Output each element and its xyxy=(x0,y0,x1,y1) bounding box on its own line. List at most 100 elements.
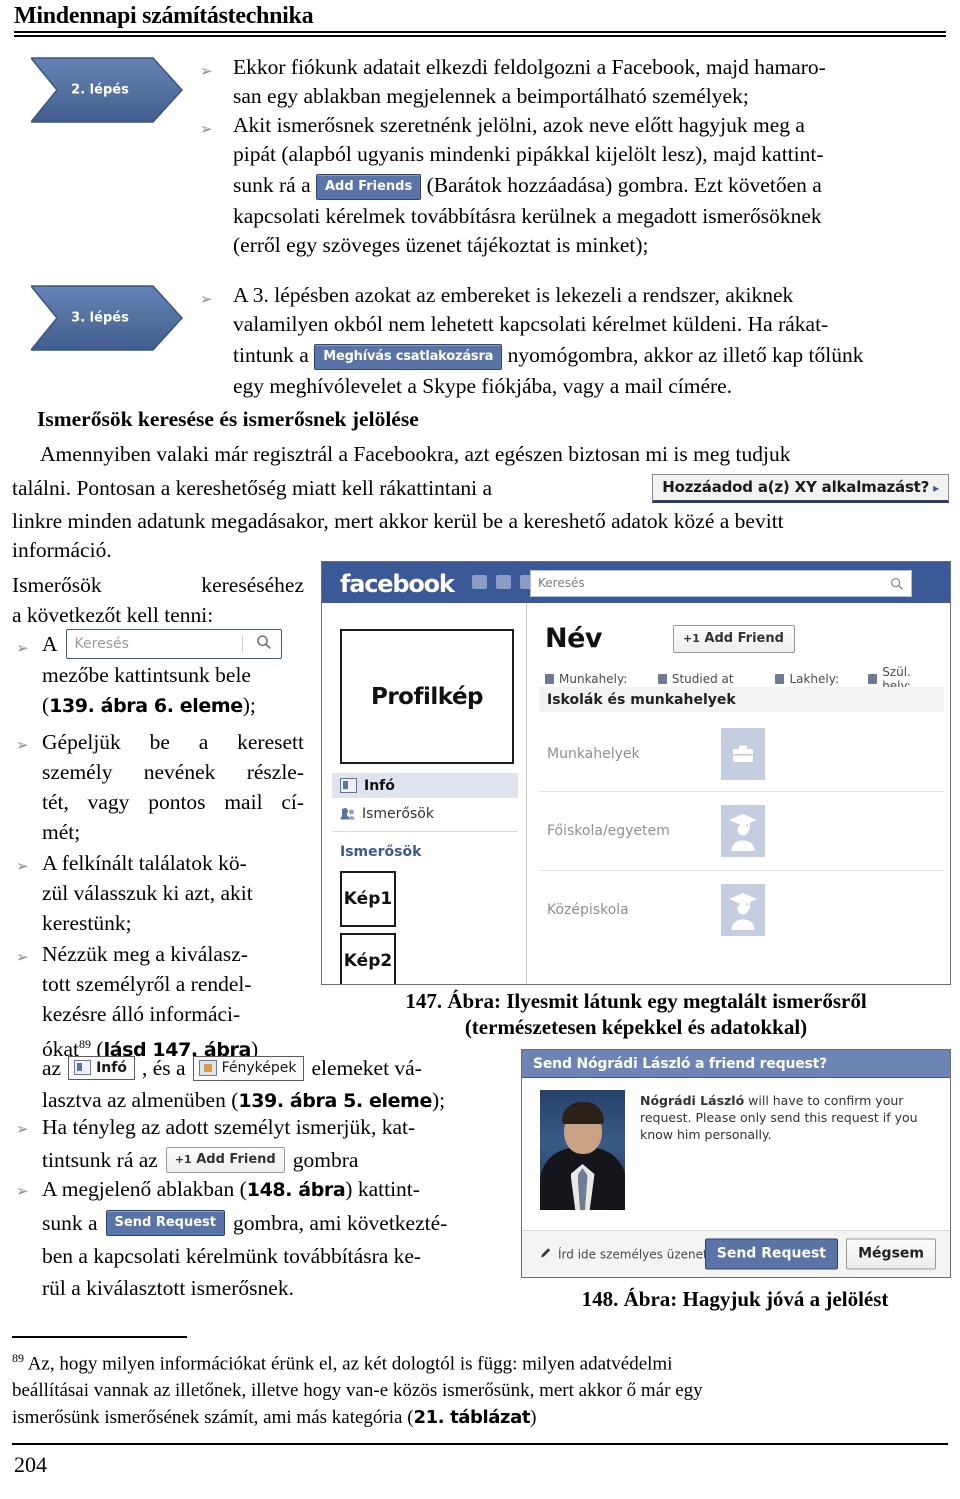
left-item-4-line-2: tott személyről a rendel- xyxy=(42,972,252,996)
briefcase-placeholder-icon xyxy=(721,727,765,780)
row-workplaces-label: Munkahelyek xyxy=(547,745,640,762)
left-item-6-line-2: tintsunk rá az +1 Add Friend gombra xyxy=(42,1143,512,1177)
left-item-5-post: elemeket vá- xyxy=(311,1056,422,1080)
header-divider xyxy=(14,31,946,38)
sidebar-item-info-label: Infó xyxy=(364,777,395,794)
left-item-5-line2-text: lasztva az almenüben ( xyxy=(42,1088,239,1112)
page-bottom-divider xyxy=(12,1443,948,1445)
figure-147-caption: 147. Ábra: Ilyesmit látunk egy megtalált… xyxy=(326,988,946,1040)
left-item-7-text-post: ) kattint- xyxy=(345,1177,420,1201)
cancel-button[interactable]: Mégsem xyxy=(846,1238,936,1270)
facebook-main-column: Név +1 Add Friend Munkahely: Studied at … xyxy=(527,603,950,984)
search-divider xyxy=(241,635,243,653)
sidebar-item-info[interactable]: Infó xyxy=(332,773,518,798)
figure-148-caption: 148. Ábra: Hagyjuk jóvá a jelölést xyxy=(581,1287,889,1311)
arrow-bullet-icon: ➢ xyxy=(16,736,29,754)
arrow-bullet-icon: ➢ xyxy=(16,1182,29,1200)
figure-147-caption-line-1: 147. Ábra: Ilyesmit látunk egy megtalált… xyxy=(405,989,867,1013)
left-item-7-line-2: sunk a Send Request gombra, ami következ… xyxy=(42,1206,512,1240)
paragraph-line-3: linkre minden adatunk megadásakor, mert … xyxy=(12,509,784,533)
arrow-bullet-icon: ➢ xyxy=(16,948,29,966)
photos-icon xyxy=(198,1059,217,1076)
facebook-left-column: Profilkép Infó Ismerősök Ismerősök Kép1 … xyxy=(322,603,527,984)
info-card-icon xyxy=(74,1060,92,1075)
step-2-shape: 2. lépés xyxy=(31,57,183,123)
send-request-button[interactable]: Send Request xyxy=(105,1210,225,1236)
friend-photo xyxy=(540,1090,625,1210)
add-friend-button[interactable]: +1 Add Friend xyxy=(165,1147,285,1173)
hozzaadod-alkalmazast-link[interactable]: Hozzáadod a(z) XY alkalmazást? ▸ xyxy=(652,473,949,503)
bullet-item-1: Ekkor fiókunk adatait elkezdi feldolgozn… xyxy=(233,53,949,111)
fenykepek-label: Fényképek xyxy=(221,1059,297,1076)
plus-one-icon: +1 xyxy=(683,632,700,645)
messages-icon[interactable] xyxy=(496,575,511,589)
sidebar-divider xyxy=(332,831,518,832)
sidebar-item-friends[interactable]: Ismerősök xyxy=(332,801,518,826)
left-item-2-line-3: tét, vagy pontos mail cí- xyxy=(42,790,304,814)
left-item-2-line-4: mét; xyxy=(42,820,81,844)
left-item-6-prefix: tintsunk rá az xyxy=(42,1148,158,1172)
bullet-3-line-4: egy meghívólevelet a Skype fiókjába, vag… xyxy=(233,374,733,398)
search-input[interactable]: Keresés xyxy=(65,629,282,659)
row-highschool-label: Középiskola xyxy=(547,902,629,918)
section-heading: Ismerősök keresése és ismerősnek jelölés… xyxy=(37,407,419,431)
left-item-1-line-1: A Keresés xyxy=(42,628,304,660)
ref-close-paren: ); xyxy=(242,693,256,717)
bullet-2-line-1: Akit ismerősnek szeretnénk jelölni, azok… xyxy=(233,113,805,137)
footnote-89: 89 Az, hogy milyen információkat érünk e… xyxy=(12,1345,948,1431)
dialog-title: Send Nógrádi László a friend request? xyxy=(522,1050,950,1078)
arrow-bullet-icon: ➢ xyxy=(200,120,213,138)
left-item-7-line-4: rül a kiválasztott ismerősnek. xyxy=(42,1276,294,1300)
caret-right-icon: ▸ xyxy=(933,480,939,495)
home-icon xyxy=(775,674,785,684)
add-friend-label: Add Friend xyxy=(704,631,784,646)
meta-studied-at-label: Studied at xyxy=(671,672,734,686)
bullet-2-line-5: (erről egy szöveges üzenet tájékoztat is… xyxy=(233,233,649,257)
facebook-top-icons[interactable] xyxy=(472,575,535,589)
fenykepek-menu-button[interactable]: Fényképek xyxy=(192,1055,305,1081)
bullet-2-line-4: kapcsolati kérelmek továbbításra kerülne… xyxy=(233,204,822,228)
add-friends-button[interactable]: Add Friends xyxy=(316,174,422,201)
left-list-item-4: Nézzük meg a kiválasz- tott személyről a… xyxy=(42,939,304,1065)
ref-close-paren: ); xyxy=(431,1088,446,1112)
info-label: Infó xyxy=(96,1059,127,1076)
friend-requests-icon[interactable] xyxy=(472,575,487,589)
left-item-1-prefix: A xyxy=(42,632,58,656)
graduate-placeholder-icon xyxy=(721,805,765,857)
profile-name: Név xyxy=(545,623,603,654)
meghivas-csatlakozasra-button[interactable]: Meghívás csatlakozásra xyxy=(314,344,503,371)
sidebar-item-friends-label: Ismerősök xyxy=(362,805,434,822)
friend-thumb-2[interactable]: Kép2 xyxy=(340,933,396,984)
meta-workplace-label: Munkahely: xyxy=(559,672,628,686)
page-header: Mindennapi számítástechnika xyxy=(14,3,946,38)
left-item-1-line-3: (139. ábra 6. eleme); xyxy=(42,690,304,721)
left-item-5-line-1: az Infó , és a Fényképek elemeket vá- xyxy=(42,1052,512,1084)
table-ref-21: 21. táblázat xyxy=(413,1407,531,1429)
pencil-icon xyxy=(540,1247,552,1262)
paragraph-line-2: találni. Pontosan a kereshetőség miatt k… xyxy=(12,469,949,507)
facebook-search-input[interactable]: Keresés xyxy=(530,570,912,597)
bullet-3-line-3: tintunk a Meghívás csatlakozásra nyomógo… xyxy=(233,339,949,372)
row-highschool: Középiskola xyxy=(539,871,944,949)
page-number: 204 xyxy=(14,1452,47,1477)
left-item-7-prefix: sunk a xyxy=(42,1211,98,1235)
info-card-icon xyxy=(340,778,357,793)
personal-message-input[interactable]: Írd ide személyes üzeneted: xyxy=(540,1247,727,1262)
step-3-shape: 3. lépés xyxy=(31,285,183,351)
footnote-marker-89: 89 xyxy=(79,1037,92,1051)
add-friend-button[interactable]: +1 Add Friend xyxy=(673,625,795,653)
bullet-3-line-2: valamilyen okból nem lehetett kapcsolati… xyxy=(233,312,829,336)
graduate-placeholder-icon xyxy=(721,884,765,936)
left-item-2-line-1: Gépeljük be a keresett xyxy=(42,730,304,754)
left-item-2-line-2: személy nevének részle- xyxy=(42,760,304,784)
search-icon xyxy=(256,633,272,655)
row-college-label: Főiskola/egyetem xyxy=(547,823,670,839)
footnote-line-1-text: Az, hogy milyen információkat érünk el, … xyxy=(27,1353,673,1375)
send-request-button[interactable]: Send Request xyxy=(704,1238,838,1270)
left-item-7-line-1: A megjelenő ablakban (148. ábra) kattint… xyxy=(42,1173,512,1206)
info-menu-button[interactable]: Infó xyxy=(68,1056,135,1080)
schools-and-workplaces-header: Iskolák és munkahelyek xyxy=(539,687,944,712)
left-list-intro-line-2: a következőt kell tenni: xyxy=(12,603,214,627)
figure-147-caption-line-2: (természetesen képekkel és adatokkal) xyxy=(464,1015,808,1039)
friend-thumb-1[interactable]: Kép1 xyxy=(340,871,396,927)
